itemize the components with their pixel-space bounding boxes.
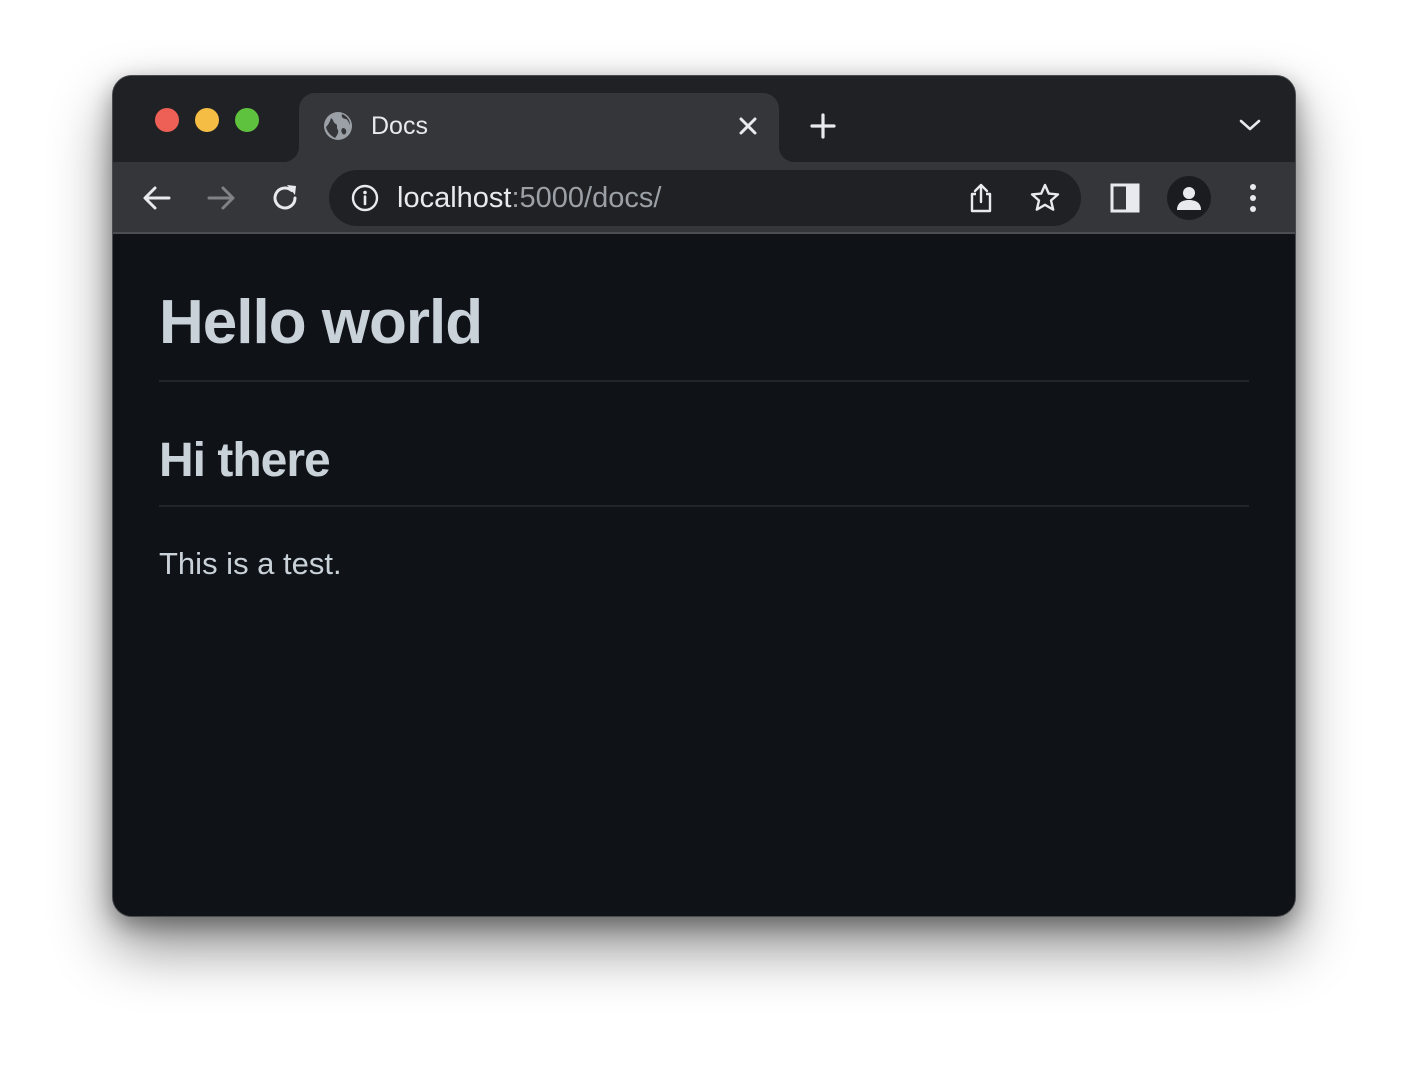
heading2-divider bbox=[159, 505, 1249, 507]
tab-docs[interactable]: Docs bbox=[283, 93, 795, 162]
page-content: Hello world Hi there This is a test. bbox=[113, 236, 1295, 916]
browser-window: Docs localhost:5000/docs/ Hello world Hi… bbox=[112, 75, 1296, 917]
minimize-window-button[interactable] bbox=[195, 108, 219, 132]
share-icon[interactable] bbox=[965, 182, 997, 214]
heading-hello-world: Hello world bbox=[159, 288, 483, 357]
forward-arrow-icon[interactable] bbox=[205, 182, 237, 214]
heading1-divider bbox=[159, 380, 1249, 382]
person-icon bbox=[1177, 187, 1201, 210]
side-panel-icon[interactable] bbox=[1109, 182, 1141, 214]
chevron-down-icon[interactable] bbox=[1239, 118, 1261, 132]
close-window-button[interactable] bbox=[155, 108, 179, 132]
close-tab-icon[interactable] bbox=[737, 115, 759, 137]
title-bar: Docs bbox=[113, 76, 1295, 162]
zoom-window-button[interactable] bbox=[235, 108, 259, 132]
address-bar[interactable]: localhost:5000/docs/ bbox=[329, 170, 1081, 226]
profile-avatar-button[interactable] bbox=[1167, 176, 1211, 220]
tab-title: Docs bbox=[371, 112, 428, 140]
url-text[interactable]: localhost:5000/docs/ bbox=[397, 182, 661, 214]
heading-hi-there: Hi there bbox=[159, 434, 331, 487]
globe-icon bbox=[324, 112, 352, 140]
url-host: localhost bbox=[397, 182, 512, 214]
info-icon[interactable] bbox=[351, 184, 379, 212]
bookmark-star-icon[interactable] bbox=[1029, 182, 1061, 214]
more-menu-icon[interactable] bbox=[1237, 182, 1269, 214]
back-arrow-icon[interactable] bbox=[141, 182, 173, 214]
url-path: :5000/docs/ bbox=[511, 182, 662, 214]
new-tab-icon[interactable] bbox=[809, 112, 837, 140]
paragraph-text: This is a test. bbox=[159, 546, 342, 581]
reload-icon[interactable] bbox=[269, 182, 301, 214]
browser-toolbar: localhost:5000/docs/ bbox=[113, 162, 1295, 234]
